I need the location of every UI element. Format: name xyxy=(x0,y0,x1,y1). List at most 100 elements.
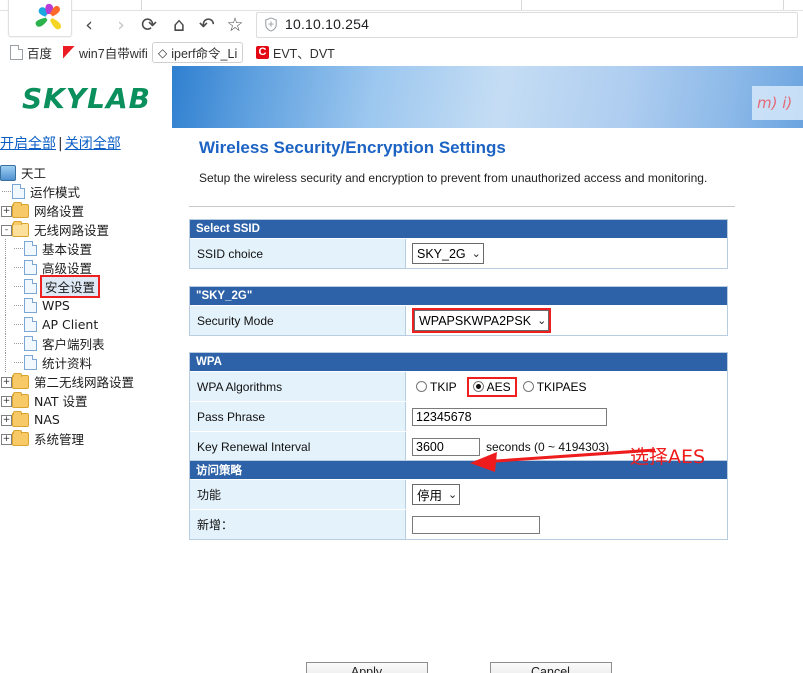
expand-node-icon[interactable]: + xyxy=(1,415,12,426)
sidebar-item-12[interactable]: + NAT 设置 xyxy=(0,391,185,410)
row-control: TKIP AES TKIPAES xyxy=(406,372,727,401)
radio-tkipaes[interactable]: TKIPAES xyxy=(522,380,586,394)
settings-section-1: "SKY_2G" Security Mode WPAPSKWPA2PSK ⌄ xyxy=(189,286,728,336)
row-label: SSID choice xyxy=(190,239,406,268)
diamond-icon: ◇ xyxy=(158,45,168,60)
tree-gutter: + xyxy=(0,372,12,391)
row-label: 功能 xyxy=(190,480,406,509)
tree-gutter xyxy=(0,353,12,372)
chevron-down-icon: ⌄ xyxy=(448,488,458,501)
expand-node-icon[interactable]: + xyxy=(1,434,12,445)
sidebar-item-label: 安全设置 xyxy=(39,275,101,298)
sidebar-item-label: 网络设置 xyxy=(34,204,85,219)
select-security-mode[interactable]: WPAPSKWPA2PSK ⌄ xyxy=(411,308,552,333)
sidebar-item-13[interactable]: + NAS xyxy=(0,410,185,429)
collapse-node-icon[interactable]: - xyxy=(1,225,12,236)
cancel-button[interactable]: Cancel xyxy=(489,662,612,673)
select-value: WPAPSKWPA2PSK xyxy=(419,313,532,328)
annotation-text: 选择AES xyxy=(630,446,706,468)
collapse-all-link[interactable]: 关闭全部 xyxy=(65,136,121,152)
select-功能[interactable]: 停用 ⌄ xyxy=(412,484,461,505)
undo-button[interactable]: ↶ xyxy=(196,14,218,36)
tree-gutter xyxy=(12,315,24,334)
sidebar-item-label: NAT 设置 xyxy=(34,394,88,409)
sidebar-item-11[interactable]: + 第二无线网路设置 xyxy=(0,372,185,391)
tree-expand-controls: 开启全部 | 关闭全部 xyxy=(0,133,121,153)
row-label: 新增： xyxy=(190,510,406,539)
tree-gutter xyxy=(12,277,24,296)
select-ssid-choice[interactable]: SKY_2G ⌄ xyxy=(412,243,484,264)
sidebar-item-10[interactable]: 统计资料 xyxy=(0,353,185,372)
page-banner: SKYLAB m) i) xyxy=(0,66,803,128)
settings-row: 新增： xyxy=(190,509,727,539)
section-header: Select SSID xyxy=(190,220,727,238)
page-icon xyxy=(12,184,25,199)
sidebar-item-0[interactable]: 天工 xyxy=(0,163,185,182)
expand-all-link[interactable]: 开启全部 xyxy=(0,136,56,152)
expand-node-icon[interactable]: + xyxy=(1,206,12,217)
folder-icon xyxy=(12,429,29,446)
row-label: WPA Algorithms xyxy=(190,372,406,401)
sidebar-item-label: 基本设置 xyxy=(42,242,93,257)
row-label: Security Mode xyxy=(190,306,406,335)
sidebar-item-14[interactable]: + 系统管理 xyxy=(0,429,185,448)
folder-icon xyxy=(12,372,29,389)
tree-connector xyxy=(14,343,23,344)
input-新增-[interactable] xyxy=(412,515,540,534)
bookmark-star-button[interactable]: ☆ xyxy=(224,14,246,36)
section-header: WPA xyxy=(190,353,727,371)
tree-gutter: - xyxy=(0,220,12,239)
tree-connector xyxy=(5,334,6,353)
tree-connector xyxy=(14,248,23,249)
sidebar-item-7[interactable]: WPS xyxy=(0,296,185,315)
back-button[interactable]: ‹ xyxy=(78,14,100,36)
bookmarks-bar: 百度 win7自带wifi ◇ iperf命令_Li C EVT、DVT xyxy=(0,38,803,67)
sidebar-item-4[interactable]: 基本设置 xyxy=(0,239,185,258)
expand-node-icon[interactable]: + xyxy=(1,377,12,388)
radio-tkip[interactable]: TKIP xyxy=(416,380,457,394)
tree-gutter xyxy=(0,258,12,277)
tree-connector xyxy=(5,315,6,334)
tree-gutter xyxy=(12,296,24,315)
tree-connector xyxy=(5,353,6,372)
sidebar-item-8[interactable]: AP Client xyxy=(0,315,185,334)
radio-indicator xyxy=(416,381,427,392)
tab-divider xyxy=(783,0,784,10)
tree-connector xyxy=(2,191,11,192)
settings-row: SSID choice SKY_2G ⌄ xyxy=(190,238,727,268)
bookmark-evt-dvt[interactable]: C EVT、DVT xyxy=(256,42,335,62)
sidebar-item-label: NAS xyxy=(34,412,60,427)
bookmark-win7-wifi[interactable]: win7自带wifi xyxy=(63,42,148,62)
expand-node-icon[interactable]: + xyxy=(1,396,12,407)
bookmark-iperf[interactable]: ◇ iperf命令_Li xyxy=(152,42,244,63)
sidebar-item-9[interactable]: 客户端列表 xyxy=(0,334,185,353)
reload-button[interactable]: ⟳ xyxy=(138,14,160,36)
folder-icon xyxy=(12,391,29,408)
address-bar-url: 10.10.10.254 xyxy=(285,16,370,32)
sidebar-item-2[interactable]: + 网络设置 xyxy=(0,201,185,220)
apply-button[interactable]: Apply xyxy=(305,662,428,673)
sidebar-item-6[interactable]: 安全设置 xyxy=(0,275,185,298)
row-control: 12345678 xyxy=(406,402,727,431)
settings-section-0: Select SSID SSID choice SKY_2G ⌄ xyxy=(189,219,728,269)
tree-gutter xyxy=(12,334,24,353)
radio-aes[interactable]: AES xyxy=(466,376,517,397)
sidebar-item-label: 运作模式 xyxy=(30,185,81,200)
tree-connector xyxy=(5,239,6,258)
home-button[interactable]: ⌂ xyxy=(168,14,190,36)
sidebar-item-1[interactable]: 运作模式 xyxy=(0,182,185,201)
sidebar-item-5[interactable]: 高级设置 xyxy=(0,258,185,277)
settings-row: Pass Phrase 12345678 xyxy=(190,401,727,431)
row-control xyxy=(406,510,727,539)
folder-open-icon xyxy=(12,220,29,237)
input-key-renewal-interval[interactable]: 3600 xyxy=(412,437,480,456)
navigation-tree: 天工运作模式 + 网络设置 - 无线网路设置基本设置 高级设置 安全设置 WPS AP Clie… xyxy=(0,163,185,448)
tab-divider xyxy=(141,0,142,10)
tree-gutter xyxy=(0,277,12,296)
tree-connector xyxy=(14,362,23,363)
input-pass-phrase[interactable]: 12345678 xyxy=(412,407,607,426)
address-bar[interactable]: 10.10.10.254 xyxy=(256,12,798,38)
forward-button[interactable]: › xyxy=(110,14,132,36)
sidebar-item-3[interactable]: - 无线网路设置 xyxy=(0,220,185,239)
bookmark-baidu[interactable]: 百度 xyxy=(10,42,52,62)
